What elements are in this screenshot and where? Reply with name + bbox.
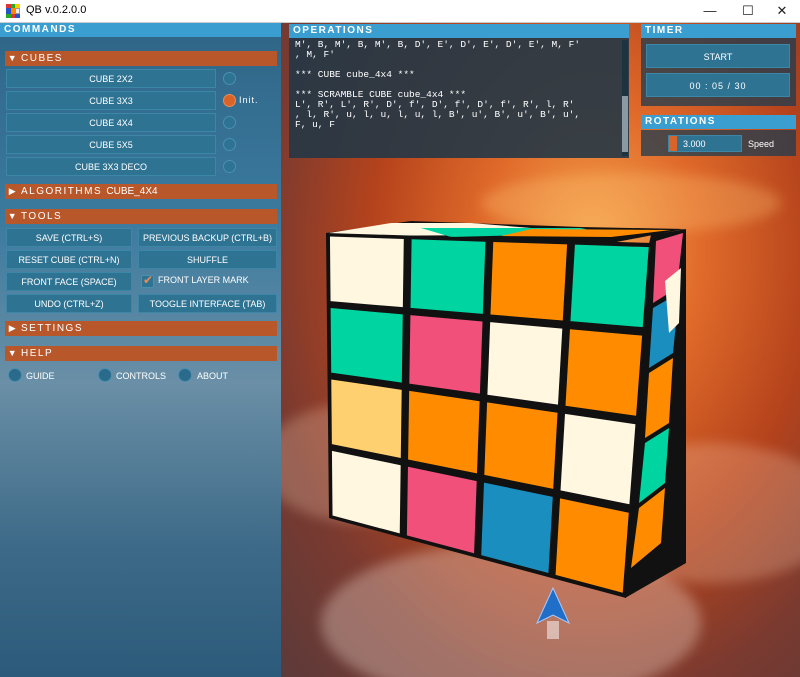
front-face-button[interactable]: FRONT FACE (SPACE) bbox=[6, 272, 132, 291]
front-layer-mark-checkbox[interactable]: ✔ bbox=[141, 273, 154, 288]
shuffle-button[interactable]: SHUFFLE bbox=[138, 250, 277, 269]
front-arrow-icon bbox=[535, 586, 571, 639]
close-button[interactable]: ✕ bbox=[764, 0, 800, 22]
controls-radio[interactable] bbox=[98, 368, 112, 382]
algorithms-section-header[interactable]: ▶ ALGORITHMS CUBE_4X4 bbox=[5, 184, 277, 199]
guide-label[interactable]: GUIDE bbox=[26, 371, 55, 381]
cube-3x3-radio[interactable] bbox=[223, 94, 236, 107]
cube-sticker[interactable] bbox=[409, 315, 483, 394]
cube-5x5-button[interactable]: CUBE 5X5 bbox=[6, 135, 216, 154]
cube-sticker[interactable] bbox=[560, 413, 636, 505]
operations-header: OPERATIONS bbox=[289, 24, 629, 38]
cube-2x2-radio[interactable] bbox=[223, 72, 236, 85]
cube-sticker[interactable] bbox=[565, 329, 643, 416]
window-titlebar: QB v.0.2.0.0 — ☐ ✕ bbox=[0, 0, 800, 23]
expand-triangle-icon: ▶ bbox=[8, 186, 18, 196]
toggle-interface-button[interactable]: TOOGLE INTERFACE (TAB) bbox=[138, 294, 277, 313]
save-button[interactable]: SAVE (CTRL+S) bbox=[6, 228, 132, 247]
app-logo-icon bbox=[6, 4, 20, 18]
cube-sticker[interactable] bbox=[570, 244, 649, 328]
previous-backup-button[interactable]: PREVIOUS BACKUP (CTRL+B) bbox=[138, 228, 277, 247]
about-radio[interactable] bbox=[178, 368, 192, 382]
collapse-triangle-icon: ▼ bbox=[7, 53, 19, 63]
cube-front-face bbox=[326, 233, 653, 598]
speed-label: Speed bbox=[748, 139, 775, 149]
window-title: QB v.0.2.0.0 bbox=[26, 4, 87, 16]
minimize-button[interactable]: — bbox=[692, 0, 728, 22]
timer-start-button[interactable]: START bbox=[646, 44, 790, 68]
guide-radio[interactable] bbox=[8, 368, 22, 382]
cube-sticker[interactable] bbox=[484, 402, 558, 489]
cube-4x4-button[interactable]: CUBE 4X4 bbox=[6, 113, 216, 132]
commands-panel: COMMANDS ▼ CUBES CUBE 2X2 CUBE 3X3 Init. … bbox=[0, 23, 281, 677]
checkmark-icon: ✔ bbox=[143, 273, 154, 287]
speed-input[interactable]: 3.000 bbox=[668, 135, 742, 152]
tools-section-header[interactable]: ▼ TOOLS bbox=[5, 209, 277, 224]
scrollbar-thumb[interactable] bbox=[622, 96, 628, 152]
controls-label[interactable]: CONTROLS bbox=[116, 371, 166, 381]
cube-3x3-button[interactable]: CUBE 3X3 bbox=[6, 91, 216, 110]
cube-sticker[interactable] bbox=[408, 390, 480, 474]
collapse-triangle-icon: ▼ bbox=[7, 211, 19, 221]
expand-triangle-icon: ▶ bbox=[8, 323, 18, 333]
cube-3x3-deco-button[interactable]: CUBE 3X3 DECO bbox=[6, 157, 216, 176]
operations-log: M', B, M', B, M', B, D', E', D', E', D',… bbox=[289, 38, 629, 158]
cube-sticker[interactable] bbox=[487, 322, 563, 405]
algorithms-current: CUBE_4X4 bbox=[106, 186, 158, 197]
settings-section-header[interactable]: ▶ SETTINGS bbox=[5, 321, 277, 336]
about-label[interactable]: ABOUT bbox=[197, 371, 228, 381]
undo-button[interactable]: UNDO (CTRL+Z) bbox=[6, 294, 132, 313]
cube-sticker[interactable] bbox=[490, 241, 568, 321]
cube-sticker[interactable] bbox=[329, 236, 404, 308]
front-layer-mark-label: FRONT LAYER MARK bbox=[158, 275, 249, 285]
timer-header: TIMER bbox=[641, 24, 796, 38]
cube-5x5-radio[interactable] bbox=[223, 138, 236, 151]
cube-sticker[interactable] bbox=[330, 308, 403, 383]
init-label: Init. bbox=[239, 95, 259, 105]
operations-scrollbar[interactable] bbox=[622, 40, 628, 156]
help-section-header[interactable]: ▼ HELP bbox=[5, 346, 277, 361]
cube-3x3-deco-radio[interactable] bbox=[223, 160, 236, 173]
cube-2x2-button[interactable]: CUBE 2X2 bbox=[6, 69, 216, 88]
maximize-button[interactable]: ☐ bbox=[730, 0, 766, 22]
speed-slider-handle[interactable] bbox=[669, 136, 677, 151]
timer-display: 00 : 05 / 30 bbox=[646, 73, 790, 97]
commands-header: COMMANDS bbox=[0, 23, 281, 37]
rotations-header: ROTATIONS bbox=[641, 115, 796, 129]
cube-4x4-radio[interactable] bbox=[223, 116, 236, 129]
cubes-section-header[interactable]: ▼ CUBES bbox=[5, 51, 277, 66]
cube-sticker[interactable] bbox=[410, 239, 486, 314]
reset-cube-button[interactable]: RESET CUBE (CTRL+N) bbox=[6, 250, 132, 269]
collapse-triangle-icon: ▼ bbox=[7, 348, 19, 358]
